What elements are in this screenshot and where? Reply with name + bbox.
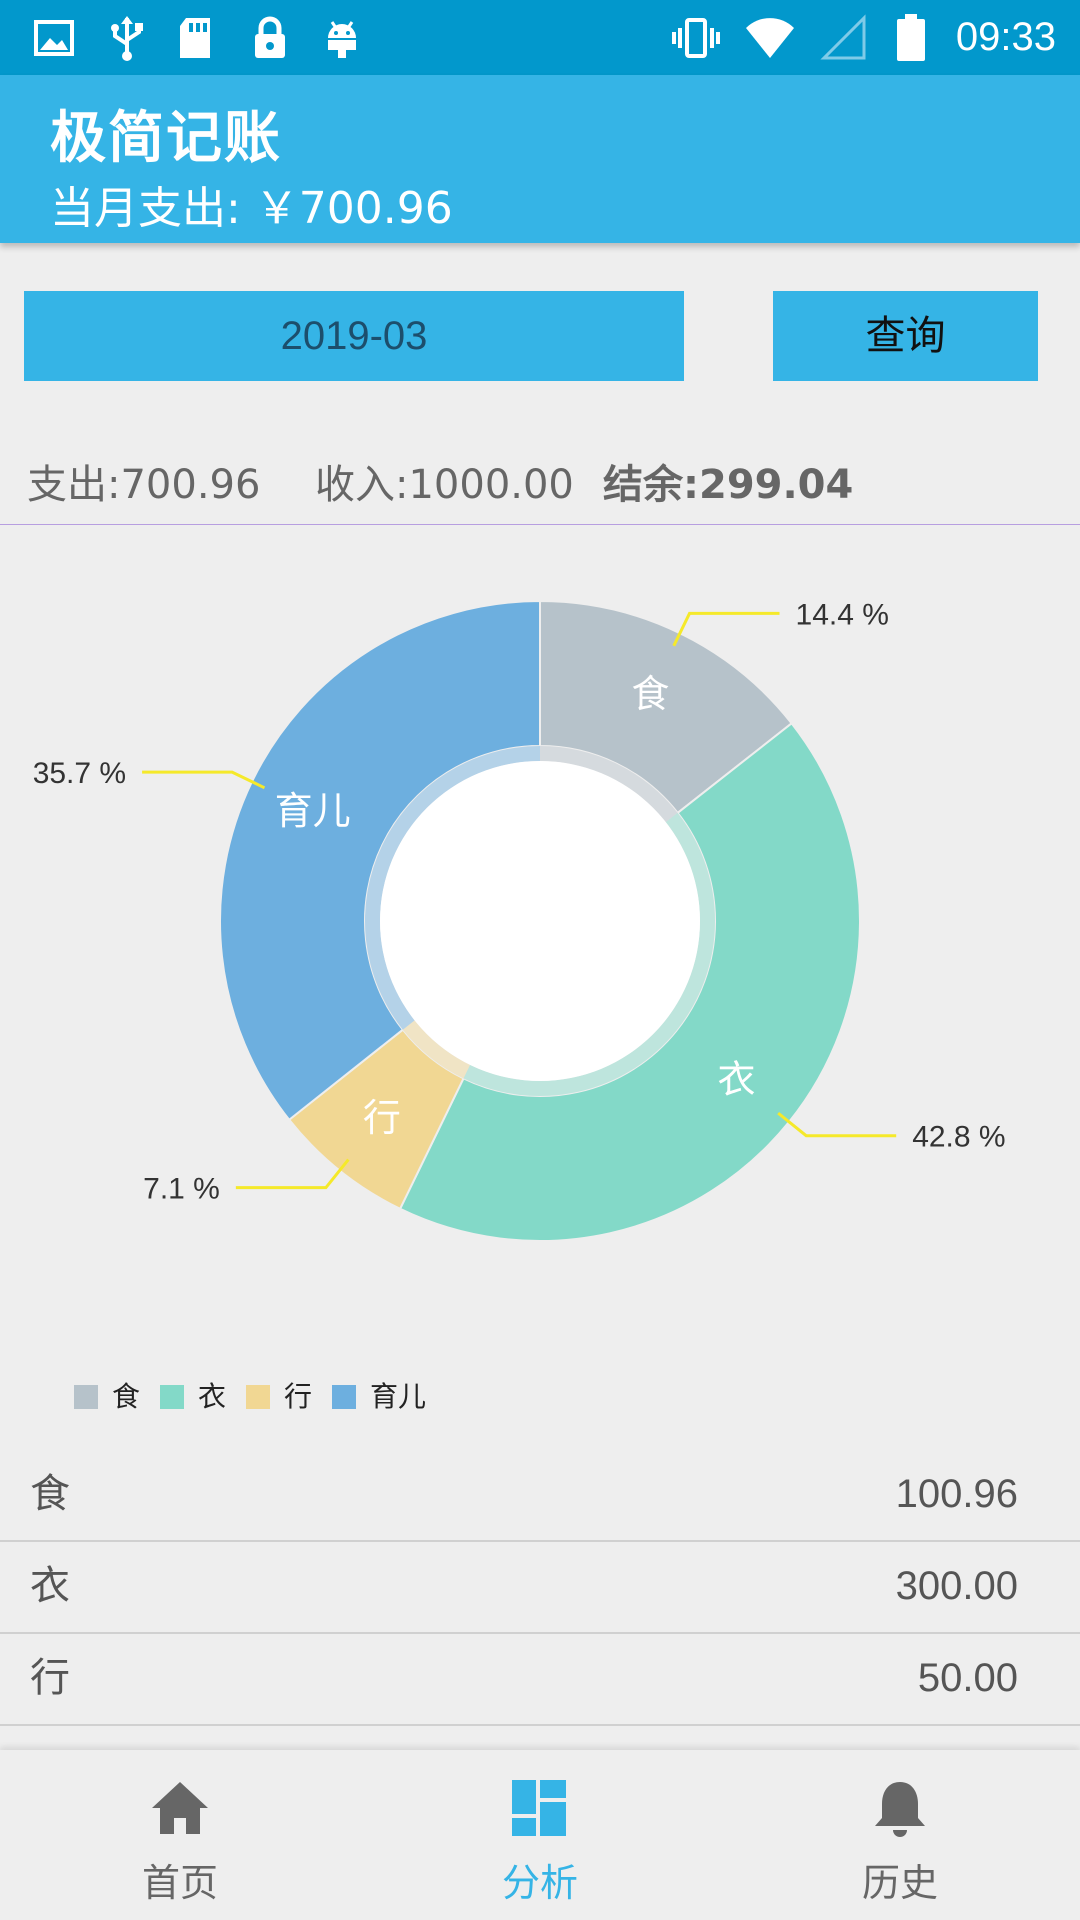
nav-analysis[interactable]: 分析 — [360, 1750, 720, 1920]
legend-label: 育儿 — [370, 1380, 427, 1413]
legend-swatch — [246, 1385, 270, 1409]
income-total: 收入:1000.00 — [315, 462, 574, 508]
clock: 09:33 — [955, 15, 1056, 59]
slice-percent-label: 42.8 % — [912, 1121, 1005, 1154]
wifi-icon — [746, 18, 794, 58]
legend-label: 衣 — [198, 1380, 227, 1413]
detail-amount: 300.00 — [895, 1564, 1018, 1608]
expense-total: 支出:700.96 — [27, 462, 261, 508]
cell-signal-icon — [820, 14, 866, 60]
status-bar: 09:33 — [0, 0, 1080, 75]
bell-icon — [875, 1782, 925, 1837]
nav-history-label: 历史 — [861, 1861, 938, 1905]
home-icon — [152, 1782, 208, 1834]
app-bar: 极简记账 当月支出: ￥700.96 — [0, 75, 1080, 243]
battery-icon — [897, 14, 925, 61]
slice-percent-label: 14.4 % — [796, 598, 889, 631]
month-picker-field[interactable]: 2019-03 — [24, 291, 684, 381]
slice-category-label: 育儿 — [275, 789, 351, 833]
app-title: 极简记账 — [50, 106, 282, 171]
detail-category: 行 — [30, 1655, 70, 1701]
legend-label: 行 — [284, 1380, 313, 1413]
bottom-navigation: 首页 分析 历史 — [0, 1750, 1080, 1920]
legend-item: 衣 — [160, 1380, 226, 1414]
lock-icon — [255, 16, 285, 58]
vibrate-icon — [672, 18, 720, 58]
slice-category-label: 食 — [631, 672, 669, 716]
detail-category: 食 — [30, 1471, 70, 1517]
monthly-expense-label: 当月支出: ￥700.96 — [50, 183, 453, 234]
dashboard-icon — [512, 1780, 566, 1836]
android-icon — [328, 21, 356, 58]
category-donut-chart[interactable]: 食衣行 育儿 14.4 % 42.8 % 7.1 % 35.7 % — [0, 525, 1080, 1345]
detail-row[interactable]: 食 100.96 — [0, 1448, 1080, 1542]
legend-swatch — [160, 1385, 184, 1409]
image-icon — [34, 20, 74, 56]
legend-label: 食 — [112, 1380, 141, 1413]
nav-home[interactable]: 首页 — [0, 1750, 360, 1920]
detail-category: 衣 — [30, 1563, 70, 1609]
nav-analysis-label: 分析 — [501, 1861, 578, 1905]
detail-row[interactable]: 衣 300.00 — [0, 1540, 1080, 1634]
query-button[interactable]: 查询 — [773, 291, 1038, 381]
slice-category-label: 行 — [363, 1096, 401, 1140]
legend-swatch — [74, 1385, 98, 1409]
legend-swatch — [332, 1385, 356, 1409]
detail-row[interactable]: 行 50.00 — [0, 1632, 1080, 1726]
nav-home-label: 首页 — [141, 1861, 218, 1905]
detail-amount: 50.00 — [917, 1656, 1018, 1700]
sd-card-icon — [180, 18, 210, 58]
detail-amount: 100.96 — [895, 1472, 1018, 1516]
donut-hole — [380, 761, 700, 1081]
nav-history[interactable]: 历史 — [720, 1750, 1080, 1920]
balance-total: 结余:299.04 — [603, 462, 854, 508]
slice-category-label: 衣 — [718, 1058, 756, 1102]
usb-icon — [111, 16, 143, 61]
legend-item: 食 — [74, 1380, 140, 1414]
legend-item: 育儿 — [332, 1380, 426, 1414]
slice-percent-label: 7.1 % — [143, 1173, 220, 1206]
slice-percent-label: 35.7 % — [33, 757, 126, 790]
leader-line — [777, 1111, 897, 1138]
leader-line — [142, 770, 266, 790]
legend-item: 行 — [246, 1380, 312, 1414]
